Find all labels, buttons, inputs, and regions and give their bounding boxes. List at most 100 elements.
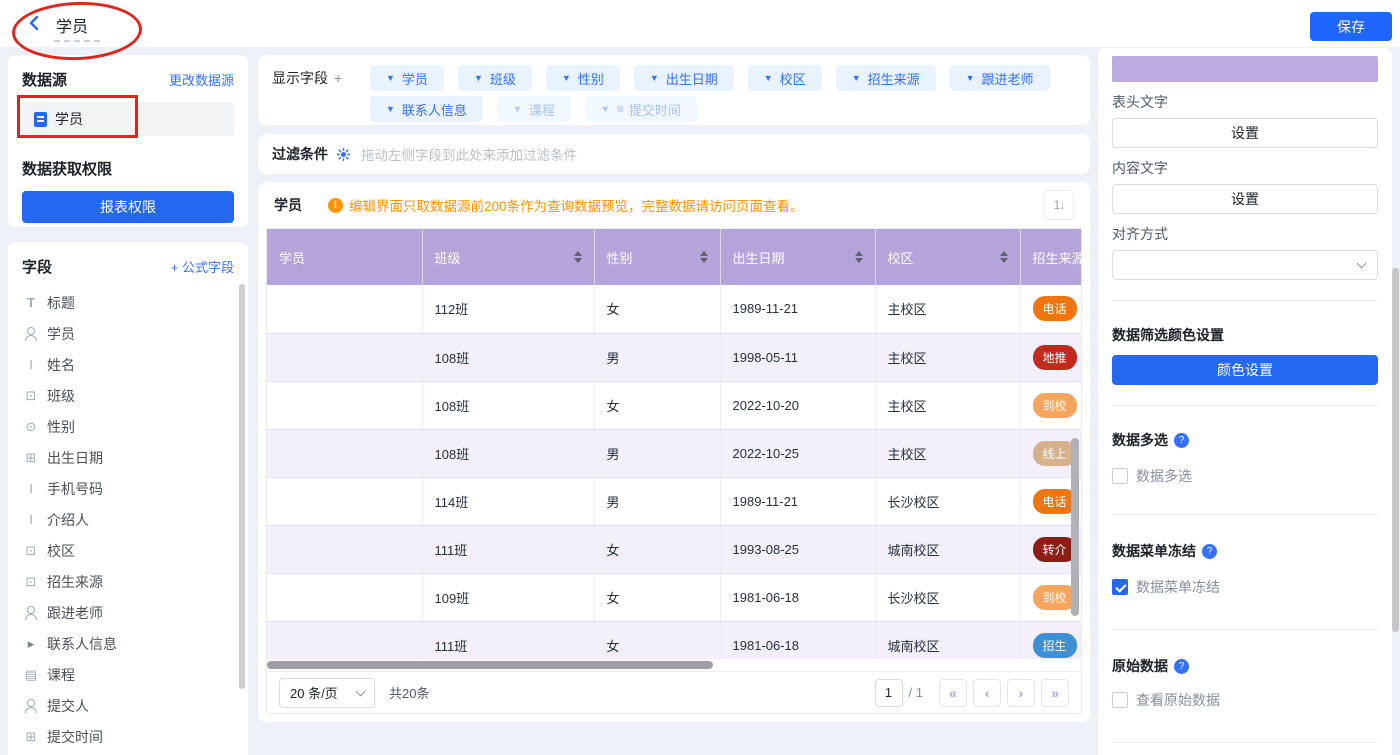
- add-formula-field-link[interactable]: + 公式字段: [171, 257, 234, 276]
- content-text-settings-button[interactable]: 设置: [1112, 184, 1378, 214]
- table-cell: 1989-11-21: [720, 285, 875, 333]
- field-item[interactable]: 性别: [22, 411, 234, 442]
- total-count: 共20条: [389, 683, 429, 702]
- next-page-button[interactable]: ›: [1007, 679, 1035, 707]
- field-item[interactable]: 课程: [22, 659, 234, 690]
- vertical-scrollbar[interactable]: [1071, 438, 1079, 616]
- sort-carets-icon[interactable]: [700, 251, 708, 263]
- column-header[interactable]: 出生日期: [720, 229, 875, 285]
- align-select[interactable]: [1112, 250, 1378, 280]
- select-icon: [22, 574, 40, 590]
- first-page-button[interactable]: «: [939, 679, 967, 707]
- display-field-chip[interactable]: ▼联系人信息: [370, 96, 483, 122]
- table-cell: 主校区: [875, 381, 1020, 429]
- report-permission-button[interactable]: 报表权限: [22, 191, 234, 223]
- display-field-chip[interactable]: ▼招生来源: [836, 65, 936, 91]
- checkbox-label: 数据多选: [1136, 466, 1192, 486]
- display-field-chip[interactable]: ▼出生日期: [634, 65, 734, 91]
- page-size-value: 20 条/页: [290, 683, 338, 702]
- change-datasource-link[interactable]: 更改数据源: [169, 70, 234, 89]
- display-field-chip[interactable]: ▼学员: [370, 65, 444, 91]
- field-item[interactable]: 班级: [22, 380, 234, 411]
- divider: [1112, 300, 1378, 301]
- table-box: 学员班级性别出生日期校区招生来源 112班女1989-11-21主校区电话 10…: [266, 228, 1082, 714]
- color-settings-button[interactable]: 颜色设置: [1112, 355, 1378, 385]
- table-cell: [267, 477, 422, 525]
- field-item[interactable]: 招生来源: [22, 566, 234, 597]
- field-item[interactable]: 提交时间: [22, 721, 234, 752]
- help-icon[interactable]: [1174, 433, 1189, 448]
- sort-carets-icon[interactable]: [1000, 251, 1008, 263]
- display-field-chip[interactable]: ▼校区: [748, 65, 822, 91]
- warning-icon: !: [328, 198, 343, 213]
- divider: [1112, 742, 1378, 743]
- sort-order-button[interactable]: 1↓: [1044, 190, 1074, 220]
- fields-scrollbar[interactable]: [239, 284, 245, 689]
- table-cell: 1993-08-25: [720, 525, 875, 573]
- menu-freeze-checkbox-row[interactable]: 数据菜单冻结: [1112, 577, 1378, 597]
- field-item[interactable]: 提交人: [22, 690, 234, 721]
- sort-carets-icon[interactable]: [855, 251, 863, 263]
- datasource-item[interactable]: 学员: [22, 102, 234, 136]
- permission-title: 数据获取权限: [22, 158, 234, 179]
- header-text-settings-button[interactable]: 设置: [1112, 118, 1378, 148]
- sort-carets-icon[interactable]: [574, 251, 582, 263]
- back-icon[interactable]: [26, 14, 44, 32]
- display-field-chip[interactable]: ▼班级: [458, 65, 532, 91]
- field-item[interactable]: 出生日期: [22, 442, 234, 473]
- multi-select-checkbox[interactable]: [1112, 468, 1128, 484]
- column-header: 招生来源: [1020, 229, 1081, 285]
- column-header[interactable]: 性别: [594, 229, 720, 285]
- horizontal-scrollbar-thumb[interactable]: [267, 661, 713, 669]
- chip-label: 跟进老师: [982, 69, 1034, 88]
- menu-freeze-checkbox[interactable]: [1112, 579, 1128, 595]
- field-item[interactable]: 联系人信息: [22, 628, 234, 659]
- field-item[interactable]: 跟进老师: [22, 597, 234, 628]
- horizontal-scrollbar[interactable]: [267, 659, 1081, 671]
- raw-data-checkbox[interactable]: [1112, 692, 1128, 708]
- display-field-chip[interactable]: ▼跟进老师: [950, 65, 1050, 91]
- field-item[interactable]: 姓名: [22, 349, 234, 380]
- add-display-field-button[interactable]: +: [334, 70, 342, 86]
- raw-data-checkbox-row[interactable]: 查看原始数据: [1112, 690, 1378, 710]
- save-button[interactable]: 保存: [1310, 12, 1392, 41]
- field-item[interactable]: 手机号码: [22, 473, 234, 504]
- column-header[interactable]: 校区: [875, 229, 1020, 285]
- chip-label: 提交时间: [629, 100, 681, 119]
- display-chips: ▼学员▼班级▼性别▼出生日期▼校区▼招生来源▼跟进老师▼联系人信息▼课程▼≡提交…: [370, 65, 1076, 115]
- source-badge: 地推: [1033, 345, 1077, 370]
- field-item-label: 介绍人: [47, 510, 89, 530]
- last-page-button[interactable]: »: [1041, 679, 1069, 707]
- prev-page-button[interactable]: ‹: [973, 679, 1001, 707]
- table-row: 108班男1998-05-11主校区地推: [267, 333, 1081, 381]
- select-icon: [22, 543, 40, 559]
- column-header[interactable]: 班级: [422, 229, 594, 285]
- field-item[interactable]: 校区: [22, 535, 234, 566]
- page-scrollbar[interactable]: [1392, 268, 1399, 632]
- table-cell: 109班: [422, 573, 594, 621]
- field-item-label: 学员: [47, 324, 75, 344]
- chip-label: 班级: [490, 69, 516, 88]
- table-cell: 1998-05-11: [720, 333, 875, 381]
- field-item[interactable]: 介绍人: [22, 504, 234, 535]
- field-item[interactable]: 标题: [22, 287, 234, 318]
- display-field-chip[interactable]: ▼课程: [497, 96, 571, 122]
- field-item[interactable]: 学员: [22, 318, 234, 349]
- sort-lines-icon: ≡: [617, 102, 624, 116]
- datasource-card: 数据源 更改数据源 学员 数据获取权限 报表权限: [8, 55, 248, 227]
- filter-dropzone-placeholder[interactable]: 拖动左侧字段到此处来添加过滤条件: [361, 144, 577, 164]
- gear-icon[interactable]: [336, 147, 351, 162]
- display-field-chip[interactable]: ▼性别: [546, 65, 620, 91]
- multi-select-checkbox-row[interactable]: 数据多选: [1112, 466, 1378, 486]
- help-icon[interactable]: [1174, 659, 1189, 674]
- main-area: 显示字段+ ▼学员▼班级▼性别▼出生日期▼校区▼招生来源▼跟进老师▼联系人信息▼…: [258, 55, 1090, 722]
- column-header-content: 性别: [607, 248, 708, 267]
- page-size-select[interactable]: 20 条/页: [279, 678, 375, 708]
- pager: 1 / 1 «‹›»: [875, 679, 1069, 707]
- source-badge: 到校: [1033, 393, 1077, 418]
- page-number-input[interactable]: 1: [875, 679, 903, 707]
- checkbox-label: 数据菜单冻结: [1136, 577, 1220, 597]
- expand-icon: [22, 636, 40, 652]
- help-icon[interactable]: [1202, 544, 1217, 559]
- display-field-chip[interactable]: ▼≡提交时间: [585, 96, 697, 122]
